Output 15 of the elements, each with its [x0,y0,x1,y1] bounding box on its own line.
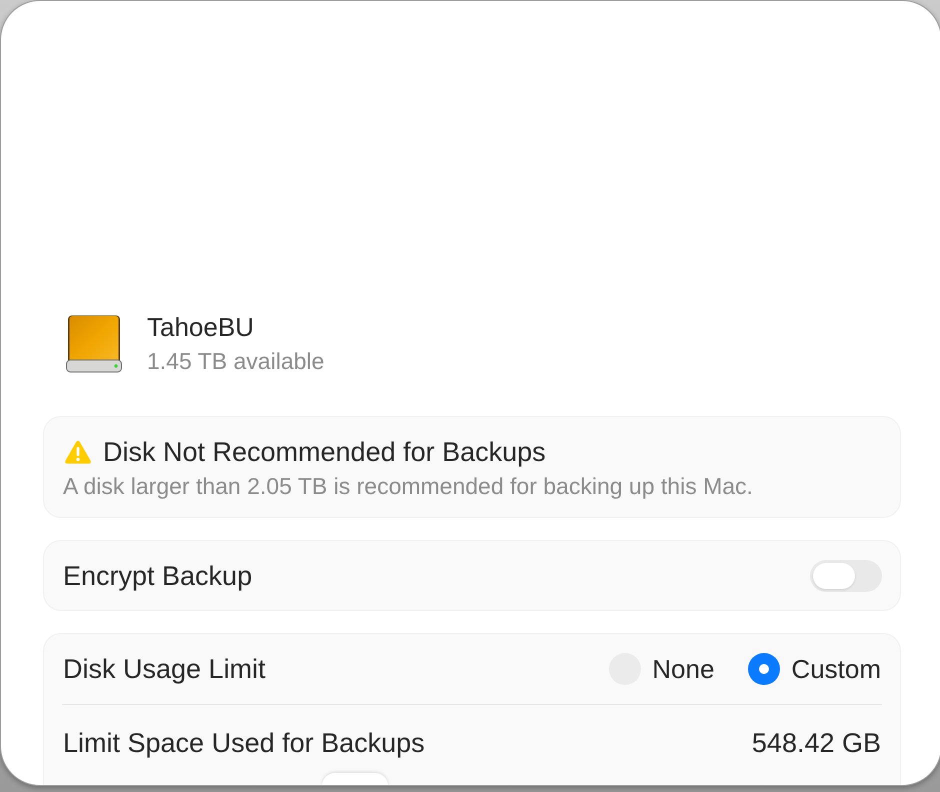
setting-label: Encrypt Backup [63,560,252,592]
setting-label: Limit Space Used for Backups [63,727,425,759]
warning-message: A disk larger than 2.05 TB is recommended for backing up this Mac. [63,472,754,500]
setting-label: Disk Usage Limit [63,653,266,685]
toggle-switch[interactable] [810,560,882,592]
radio-button[interactable] [748,653,780,685]
external-drive-icon [66,314,122,372]
limit-value: 548.42 GB [752,727,881,759]
disk-name: TahoeBU [147,311,255,343]
radio-label[interactable]: None [652,653,714,685]
warning-icon [65,440,91,464]
available-space: 1.45 TB available [147,347,324,376]
radio-label[interactable]: Custom [791,653,881,685]
slider-thumb[interactable] [322,773,388,785]
warning-title: Disk Not Recommended for Backups [103,436,546,468]
